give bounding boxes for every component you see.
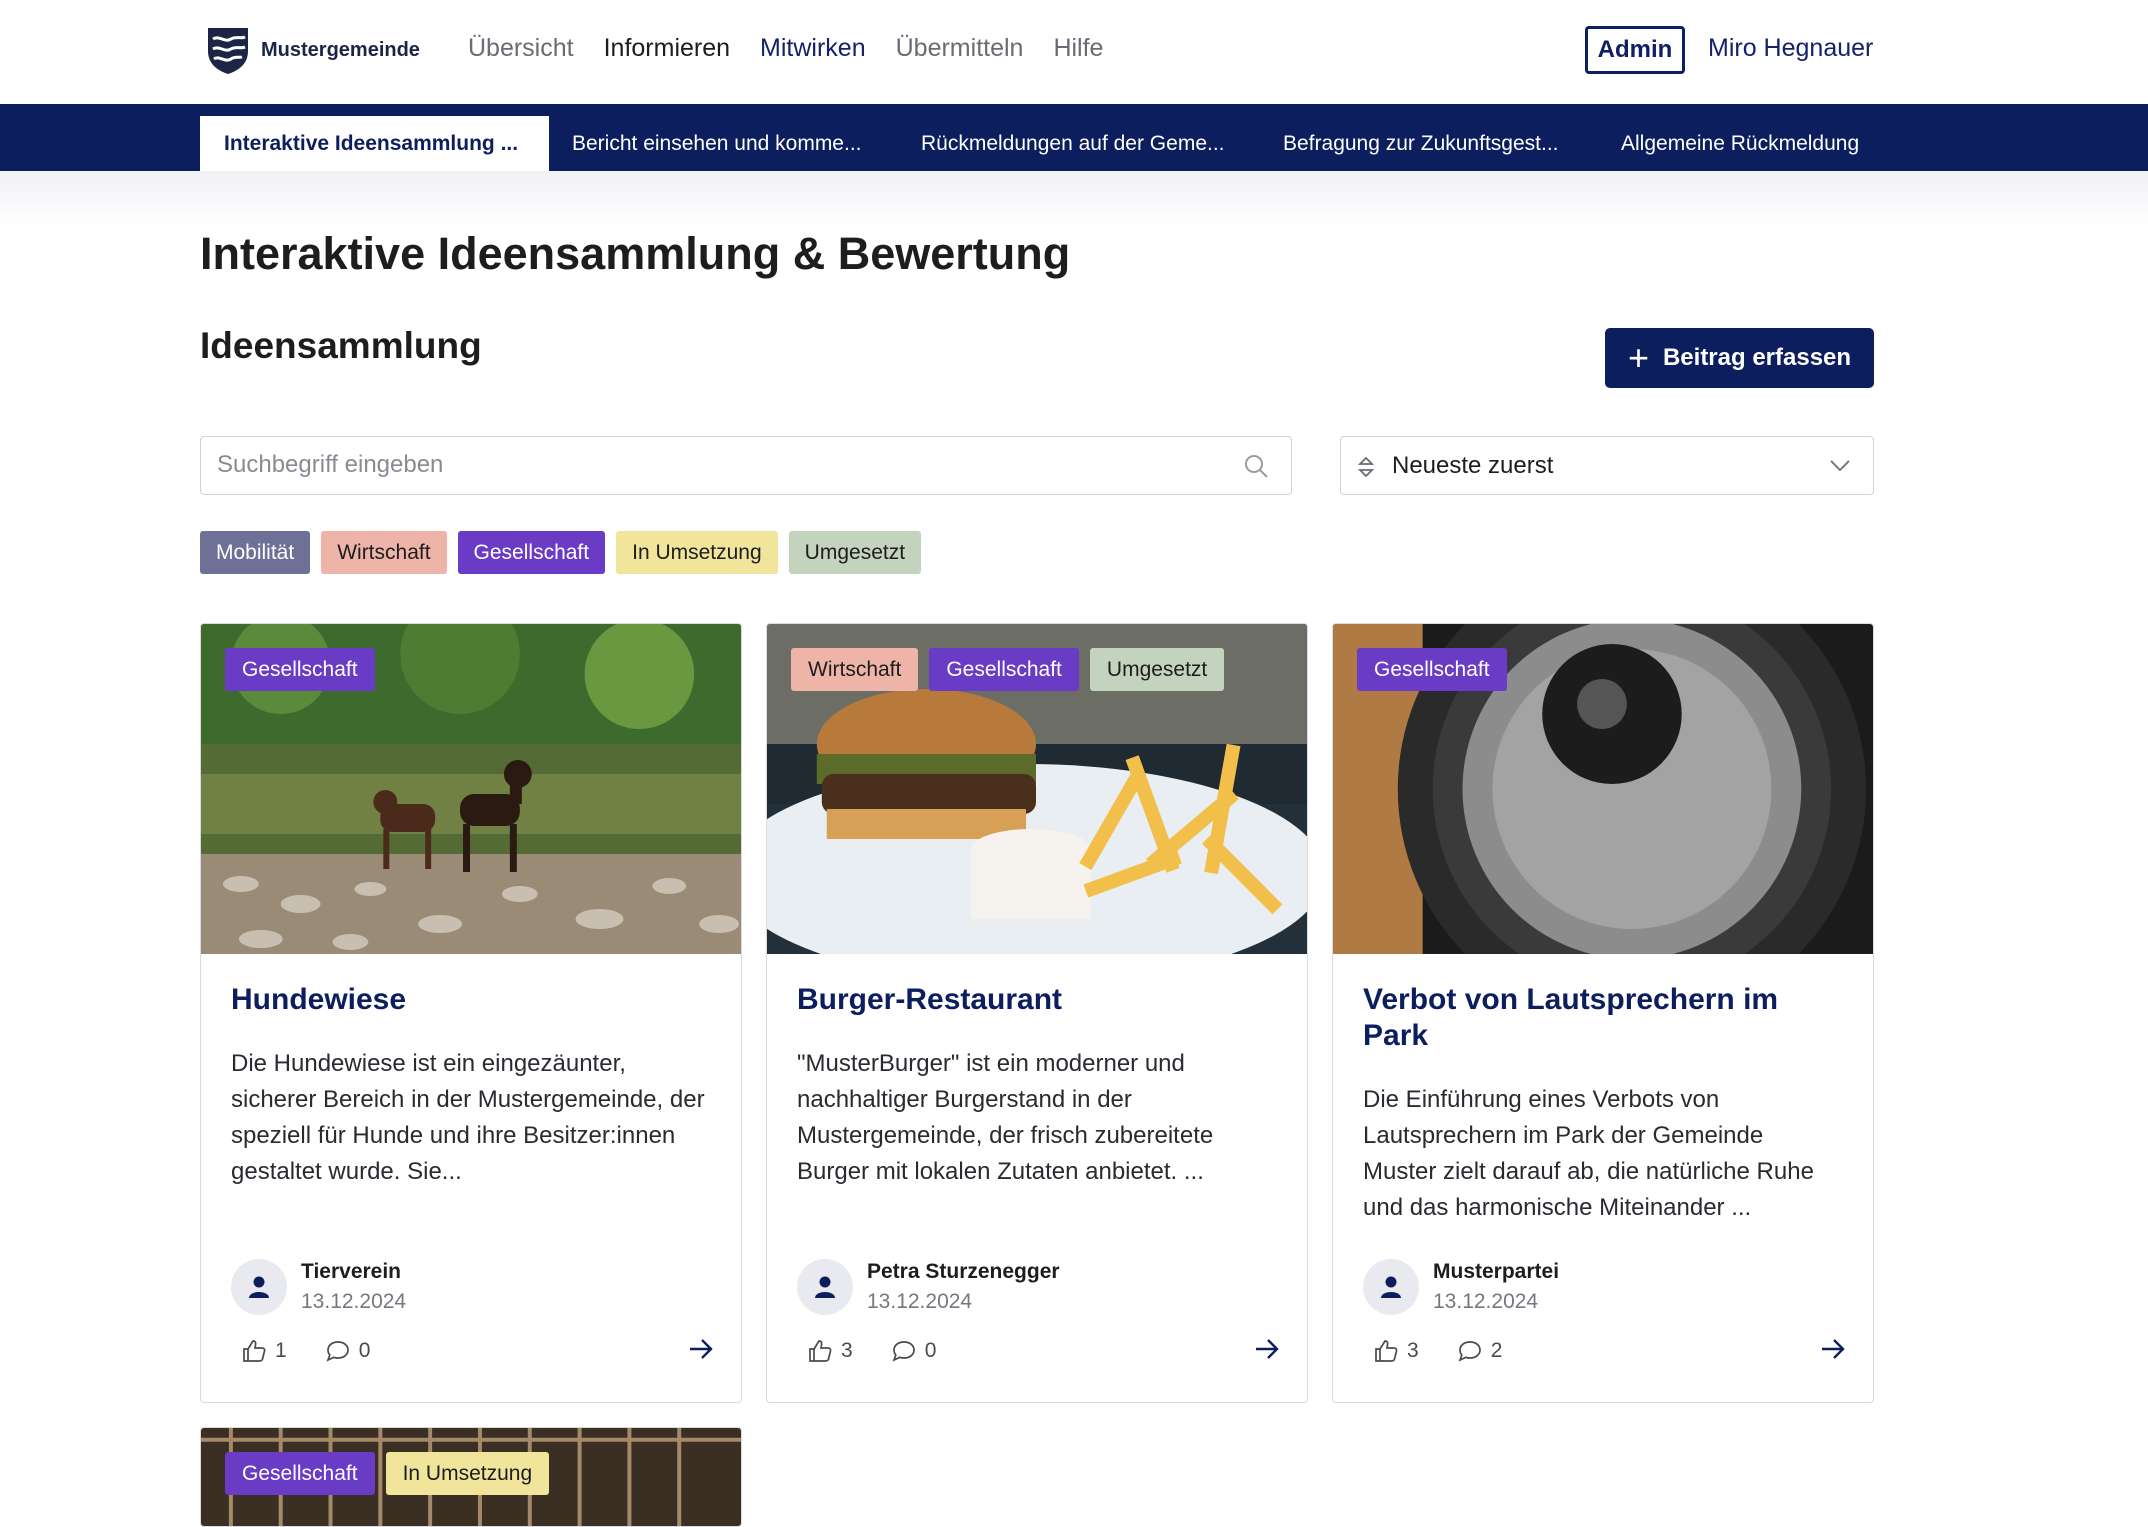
header-shadow [0, 171, 2148, 231]
thumbs-up-icon[interactable] [1373, 1339, 1399, 1363]
logo[interactable]: Mustergemeinde [205, 25, 420, 75]
tag-gesellschaft: Gesellschaft [1357, 648, 1507, 691]
idea-card[interactable]: Gesellschaft Verbot von Lautsprechern im… [1332, 623, 1874, 1403]
avatar [231, 1259, 287, 1315]
card-stats: 3 0 [807, 1339, 936, 1363]
plus-icon: + [1627, 337, 1649, 378]
card-title[interactable]: Verbot von Lautsprechern im Park [1363, 982, 1833, 1054]
user-icon [815, 1276, 835, 1298]
card-author: Tierverein 13.12.2024 [231, 1259, 406, 1315]
tag-in-umsetzung: In Umsetzung [385, 1452, 550, 1495]
comment-icon[interactable] [325, 1339, 351, 1363]
filter-in-umsetzung[interactable]: In Umsetzung [616, 531, 778, 574]
main-nav: Übersicht Informieren Mitwirken Übermitt… [468, 34, 1133, 63]
author-name: Musterpartei [1433, 1260, 1560, 1283]
avatar [1363, 1259, 1419, 1315]
card-author: Petra Sturzenegger 13.12.2024 [797, 1259, 1060, 1315]
post-date: 13.12.2024 [1433, 1290, 1539, 1313]
card-author: Musterpartei 13.12.2024 [1363, 1259, 1559, 1315]
filter-umgesetzt[interactable]: Umgesetzt [788, 531, 922, 574]
post-date: 13.12.2024 [301, 1290, 407, 1313]
user-icon [249, 1276, 269, 1298]
nav-uebermitteln[interactable]: Übermitteln [896, 34, 1024, 63]
comment-count: 0 [358, 1339, 371, 1362]
comment-icon[interactable] [1457, 1339, 1483, 1363]
search-icon[interactable] [1243, 453, 1269, 479]
search-field [200, 436, 1292, 495]
user-menu[interactable]: Miro Hegnauer [1708, 34, 1873, 63]
like-count: 3 [1407, 1339, 1419, 1362]
comment-icon[interactable] [891, 1339, 917, 1363]
thumbs-up-icon[interactable] [241, 1339, 267, 1363]
card-title[interactable]: Burger-Restaurant [797, 982, 1267, 1018]
top-navigation: Mustergemeinde Übersicht Informieren Mit… [0, 0, 2148, 104]
filter-mobilitaet[interactable]: Mobilität [200, 531, 311, 574]
nav-hilfe[interactable]: Hilfe [1053, 34, 1103, 63]
tab-rueckmeldungen[interactable]: Rückmeldungen auf der Geme... [921, 116, 1225, 171]
idea-card[interactable]: Wirtschaft Gesellschaft Umgesetzt Burger… [766, 623, 1308, 1403]
idea-card[interactable]: Gesellschaft In Umsetzung [200, 1427, 742, 1527]
tab-befragung[interactable]: Befragung zur Zukunftsgest... [1283, 116, 1558, 171]
nav-informieren[interactable]: Informieren [604, 34, 730, 63]
card-description: "MusterBurger" ist ein moderner und nach… [797, 1050, 1214, 1185]
filter-chips: Mobilität Wirtschaft Gesellschaft In Ums… [200, 531, 922, 574]
comment-count: 2 [1490, 1339, 1503, 1362]
add-contribution-label: Beitrag erfassen [1662, 344, 1852, 371]
card-tags: Gesellschaft In Umsetzung [225, 1452, 550, 1495]
add-contribution-button[interactable]: + Beitrag erfassen [1605, 328, 1874, 388]
section-title: Ideensammlung [200, 325, 482, 366]
process-tabs: Interaktive Ideensammlung ... Bericht ei… [0, 104, 2148, 171]
comment-count: 0 [924, 1339, 937, 1362]
arrow-right-icon[interactable] [687, 1336, 715, 1362]
arrow-right-icon[interactable] [1253, 1336, 1281, 1362]
card-tags: Gesellschaft [225, 648, 375, 691]
card-image-burger: Wirtschaft Gesellschaft Umgesetzt [767, 624, 1307, 954]
nav-uebersicht[interactable]: Übersicht [468, 34, 574, 63]
idea-card[interactable]: Gesellschaft Hundewiese Die Hundewiese i… [200, 623, 742, 1403]
card-tags: Wirtschaft Gesellschaft Umgesetzt [791, 648, 1225, 691]
card-stats: 3 2 [1373, 1339, 1502, 1363]
card-image-speaker: Gesellschaft [1333, 624, 1873, 954]
chevron-down-icon [1830, 460, 1850, 472]
logo-text: Mustergemeinde [261, 38, 420, 61]
tab-bericht[interactable]: Bericht einsehen und komme... [572, 116, 862, 171]
filter-wirtschaft[interactable]: Wirtschaft [321, 531, 447, 574]
card-description: Die Hundewiese ist ein eingezäunter, sic… [231, 1050, 705, 1185]
tag-gesellschaft: Gesellschaft [929, 648, 1079, 691]
sort-icon [1357, 456, 1375, 478]
card-tags: Gesellschaft [1357, 648, 1507, 691]
tag-gesellschaft: Gesellschaft [225, 648, 375, 691]
tab-allgemeine-rueckmeldung[interactable]: Allgemeine Rückmeldung [1621, 116, 1859, 171]
card-image-dogs: Gesellschaft [201, 624, 741, 954]
author-name: Petra Sturzenegger [867, 1260, 1060, 1283]
admin-button[interactable]: Admin [1585, 26, 1685, 74]
post-date: 13.12.2024 [867, 1290, 973, 1313]
search-input[interactable] [201, 437, 1201, 493]
avatar [797, 1259, 853, 1315]
user-icon [1381, 1276, 1401, 1298]
thumbs-up-icon[interactable] [807, 1339, 833, 1363]
like-count: 3 [841, 1339, 853, 1362]
tab-ideensammlung[interactable]: Interaktive Ideensammlung ... [200, 116, 549, 171]
card-title[interactable]: Hundewiese [231, 982, 701, 1018]
card-stats: 1 0 [241, 1339, 370, 1363]
arrow-right-icon[interactable] [1819, 1336, 1847, 1362]
filter-gesellschaft[interactable]: Gesellschaft [457, 531, 606, 574]
tag-umgesetzt: Umgesetzt [1089, 648, 1225, 691]
page-title: Interaktive Ideensammlung & Bewertung [200, 228, 1071, 279]
card-description: Die Einführung eines Verbots von Lautspr… [1363, 1086, 1814, 1221]
sort-value: Neueste zuerst [1392, 452, 1554, 479]
coat-of-arms-icon [208, 28, 248, 74]
tag-wirtschaft: Wirtschaft [791, 648, 919, 691]
nav-mitwirken[interactable]: Mitwirken [760, 34, 866, 63]
tag-gesellschaft: Gesellschaft [225, 1452, 375, 1495]
author-name: Tierverein [301, 1260, 402, 1283]
sort-select[interactable]: Neueste zuerst [1340, 436, 1874, 495]
like-count: 1 [275, 1339, 287, 1362]
